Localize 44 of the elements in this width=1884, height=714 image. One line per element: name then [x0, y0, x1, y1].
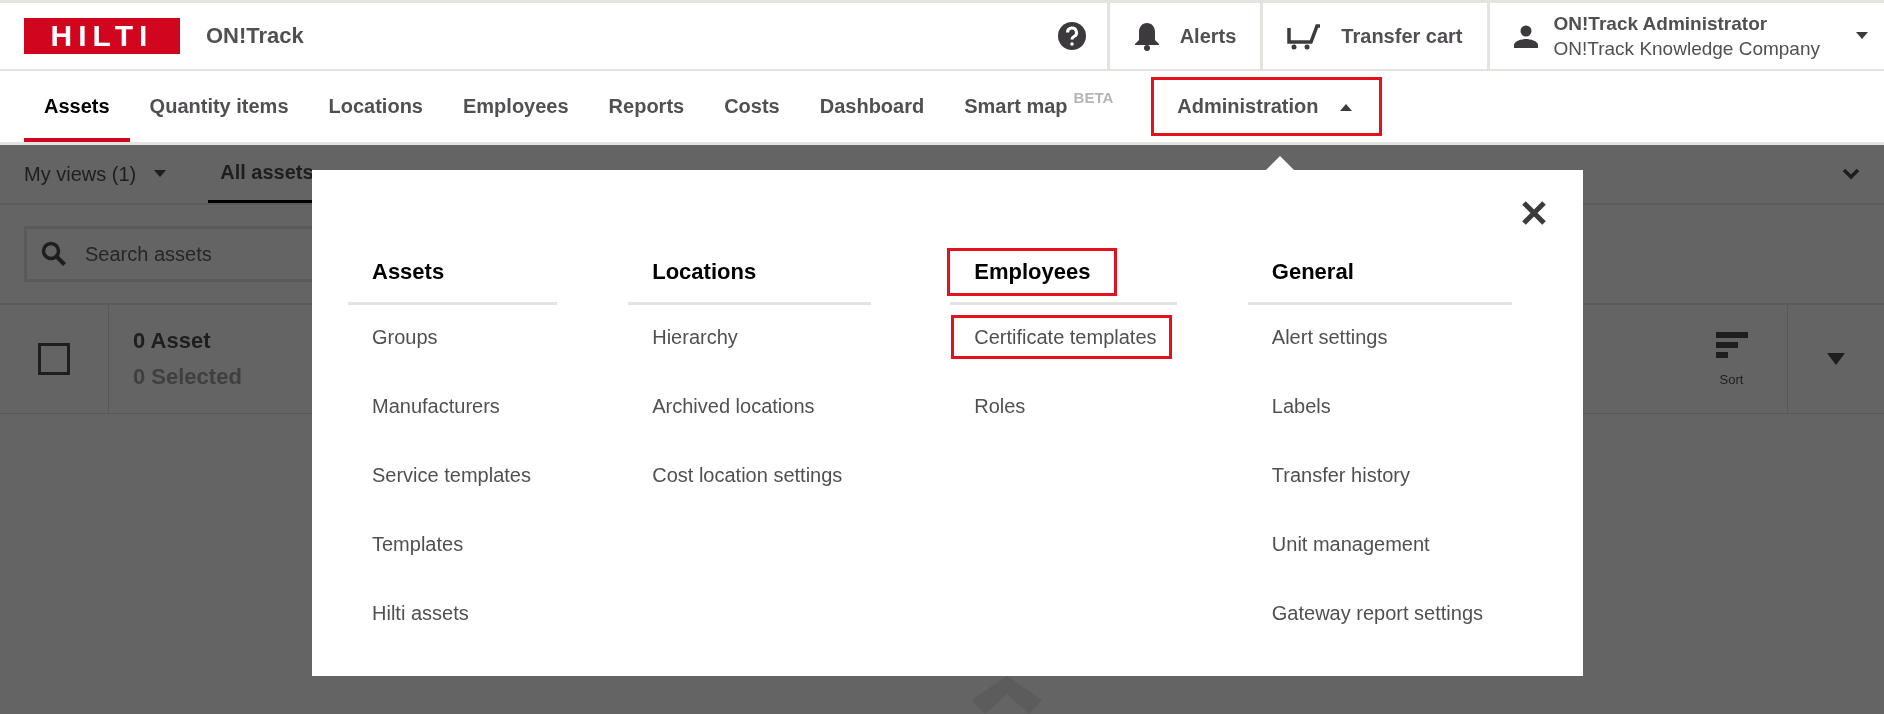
- caret-icon: [1827, 353, 1845, 365]
- menu-link[interactable]: Groups: [348, 318, 458, 356]
- nav-tab[interactable]: Costs: [704, 71, 800, 142]
- menu-link[interactable]: Hierarchy: [628, 318, 758, 356]
- menu-link[interactable]: Transfer history: [1247, 456, 1430, 494]
- nav-tab[interactable]: Employees: [443, 71, 589, 142]
- nav-tab[interactable]: Assets: [24, 71, 130, 142]
- menu-link[interactable]: Manufacturers: [348, 387, 520, 425]
- menu-heading: Employees: [950, 251, 1115, 293]
- cart-icon: [1287, 22, 1322, 50]
- nav-tab[interactable]: Locations: [308, 71, 443, 142]
- menu-link[interactable]: Hilti assets: [348, 594, 489, 632]
- caret-icon: [154, 170, 167, 178]
- nav-tab[interactable]: Quantity items: [129, 71, 309, 142]
- user-icon: [1513, 24, 1538, 48]
- bell-icon: [1133, 21, 1160, 51]
- menu-link[interactable]: Certificate templates: [954, 318, 1169, 356]
- caret-icon: [1856, 32, 1868, 40]
- nav-tab[interactable]: Smart map $^{BETA}$: [944, 71, 1134, 142]
- hilti-logo: HILTI: [24, 18, 180, 54]
- app-name: ON!Track: [206, 23, 304, 49]
- help-icon: [1056, 21, 1087, 51]
- asset-count: 0 Asset: [133, 328, 212, 354]
- company-name: ON!Track Knowledge Company: [1553, 37, 1820, 60]
- menu-link[interactable]: Cost location settings: [628, 456, 863, 494]
- menu-link[interactable]: Unit management: [1247, 525, 1450, 563]
- nav-tab[interactable]: Administration: [1145, 71, 1389, 142]
- menu-link[interactable]: Templates: [348, 525, 484, 563]
- close-icon[interactable]: [1521, 200, 1547, 226]
- menu-heading: Locations: [651, 258, 758, 286]
- nav-tab[interactable]: Reports: [588, 71, 705, 142]
- select-all-checkbox[interactable]: [38, 343, 70, 375]
- chevron-down-icon: [1842, 168, 1860, 180]
- menu-link[interactable]: Roles: [950, 387, 1046, 425]
- menu-link[interactable]: Gateway report settings: [1247, 594, 1504, 632]
- menu-link[interactable]: Labels: [1247, 387, 1351, 425]
- nav-tab[interactable]: Dashboard: [799, 71, 945, 142]
- menu-heading: General: [1270, 258, 1355, 286]
- beta-label: BETA: [1073, 89, 1114, 106]
- menu-link[interactable]: Alert settings: [1247, 318, 1408, 356]
- user-name: ON!Track Administrator: [1553, 12, 1768, 35]
- menu-link[interactable]: Service templates: [348, 456, 551, 494]
- sort-icon: [1715, 331, 1748, 358]
- menu-link[interactable]: Archived locations: [628, 387, 835, 425]
